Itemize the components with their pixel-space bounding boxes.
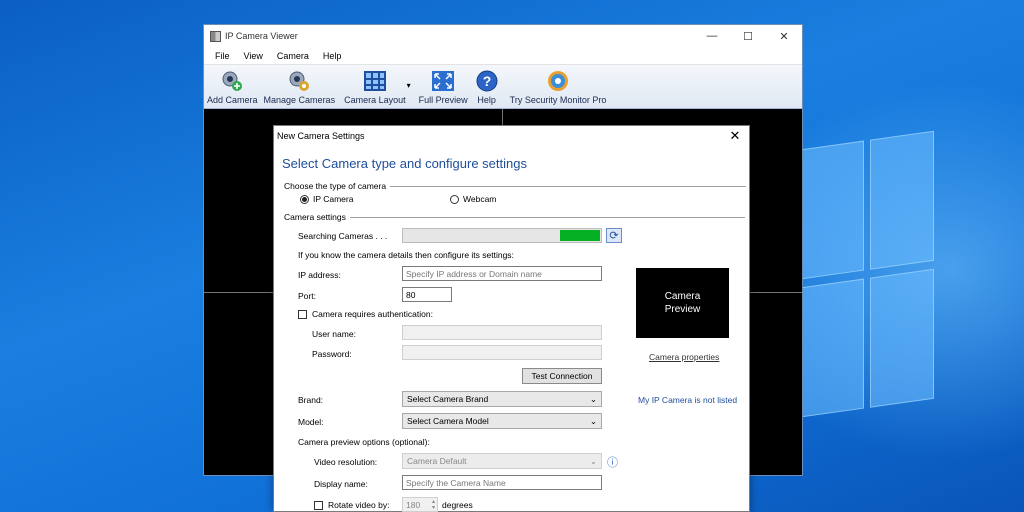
resolution-select[interactable]: Camera Default ⌄ <box>402 453 602 469</box>
dialog-title-bar: New Camera Settings ✕ <box>274 126 749 146</box>
manage-cameras-label: Manage Cameras <box>263 95 336 105</box>
brand-select-value: Select Camera Brand <box>407 394 489 404</box>
security-monitor-icon <box>546 70 570 92</box>
resolution-label: Video resolution: <box>314 457 378 467</box>
rotate-stepper[interactable]: 180 ▴ ▾ <box>402 497 438 512</box>
camera-preview-line2: Preview <box>664 304 701 315</box>
preview-options-label: Camera preview options (optional): <box>298 437 430 447</box>
svg-text:?: ? <box>482 73 491 89</box>
not-listed-link[interactable]: My IP Camera is not listed <box>638 395 737 405</box>
menu-view[interactable]: View <box>237 51 270 61</box>
search-progress-bar <box>402 228 602 243</box>
menu-help[interactable]: Help <box>316 51 349 61</box>
searching-label: Searching Cameras . . . <box>298 231 388 241</box>
app-icon <box>210 30 221 42</box>
add-camera-icon <box>220 70 244 92</box>
new-camera-dialog: New Camera Settings ✕ Select Camera type… <box>273 125 750 512</box>
maximize-button[interactable]: ☐ <box>730 25 766 47</box>
camera-type-label: Choose the type of camera <box>284 181 387 191</box>
camera-type-section: Choose the type of camera <box>284 181 747 191</box>
brand-label: Brand: <box>298 395 324 405</box>
full-preview-label: Full Preview <box>418 95 468 105</box>
radio-ip-camera-indicator[interactable] <box>300 195 309 205</box>
camera-layout-button[interactable]: Camera Layout <box>344 70 406 105</box>
minimize-button[interactable]: — <box>694 25 730 47</box>
dialog-close-button[interactable]: ✕ <box>721 128 749 144</box>
radio-webcam-label: Webcam <box>463 194 497 204</box>
camera-preview-line1: Camera <box>664 291 701 302</box>
auth-checkbox-box[interactable] <box>298 310 307 320</box>
layout-dropdown-icon[interactable]: ▾ <box>407 81 411 90</box>
try-pro-label: Try Security Monitor Pro <box>509 95 607 105</box>
windows-logo <box>800 130 936 421</box>
dialog-title: New Camera Settings <box>277 131 365 141</box>
model-select-value: Select Camera Model <box>407 416 489 426</box>
display-name-input[interactable]: Specify the Camera Name <box>402 475 602 490</box>
port-input[interactable]: 80 <box>402 287 452 302</box>
camera-layout-label: Camera Layout <box>344 95 406 105</box>
display-name-label: Display name: <box>314 479 368 489</box>
camera-preview: Camera Preview <box>636 268 729 338</box>
radio-ip-camera-label: IP Camera <box>313 194 354 204</box>
help-button[interactable]: ? Help <box>475 70 499 105</box>
password-input[interactable] <box>402 345 602 360</box>
auth-checkbox[interactable]: Camera requires authentication: <box>298 309 433 320</box>
radio-ip-camera[interactable]: IP Camera <box>300 194 354 205</box>
window-title: IP Camera Viewer <box>225 31 298 41</box>
ip-address-input[interactable]: Specify IP address or Domain name <box>402 266 602 281</box>
full-preview-button[interactable]: Full Preview <box>419 70 468 105</box>
model-label: Model: <box>298 417 324 427</box>
add-camera-label: Add Camera <box>207 95 258 105</box>
rotate-checkbox-label: Rotate video by: <box>328 500 390 510</box>
camera-layout-icon <box>363 70 387 92</box>
ip-address-label: IP address: <box>298 270 341 280</box>
refresh-icon[interactable]: ⟳ <box>606 228 622 243</box>
radio-webcam-indicator[interactable] <box>450 195 459 205</box>
password-label: Password: <box>312 349 352 359</box>
add-camera-button[interactable]: Add Camera <box>207 70 258 105</box>
info-icon[interactable]: ⓘ <box>607 454 618 470</box>
rotate-unit: degrees <box>442 500 473 510</box>
help-label: Help <box>477 95 496 105</box>
help-icon: ? <box>475 70 499 92</box>
chevron-down-icon: ⌄ <box>589 393 597 404</box>
resolution-select-value: Camera Default <box>407 456 467 466</box>
auth-checkbox-label: Camera requires authentication: <box>312 309 433 319</box>
stepper-arrows-icon[interactable]: ▴ ▾ <box>432 499 437 511</box>
username-label: User name: <box>312 329 356 339</box>
rotate-checkbox[interactable]: Rotate video by: <box>314 500 390 511</box>
close-button[interactable]: ✕ <box>766 25 802 47</box>
try-pro-button[interactable]: Try Security Monitor Pro <box>509 70 607 105</box>
search-progress-fill <box>560 230 600 241</box>
brand-select[interactable]: Select Camera Brand ⌄ <box>402 391 602 407</box>
camera-settings-section: Camera settings <box>284 212 745 222</box>
camera-settings-label: Camera settings <box>284 212 346 222</box>
chevron-down-icon: ⌄ <box>589 455 597 466</box>
model-select[interactable]: Select Camera Model ⌄ <box>402 413 602 429</box>
camera-properties-link[interactable]: Camera properties <box>649 352 719 362</box>
port-label: Port: <box>298 291 316 301</box>
toolbar: Add Camera Manage Cameras Camera Layout … <box>204 65 802 109</box>
rotate-checkbox-box[interactable] <box>314 501 323 511</box>
rotate-stepper-value: 180 <box>406 499 421 510</box>
username-input[interactable] <box>402 325 602 340</box>
menu-bar: File View Camera Help <box>204 47 802 65</box>
manage-cameras-icon <box>287 70 311 92</box>
chevron-down-icon: ⌄ <box>589 415 597 426</box>
test-connection-button[interactable]: Test Connection <box>522 368 602 384</box>
dialog-heading: Select Camera type and configure setting… <box>282 156 527 171</box>
full-preview-icon <box>431 70 455 92</box>
hint-text: If you know the camera details then conf… <box>298 250 514 260</box>
manage-cameras-button[interactable]: Manage Cameras <box>263 70 336 105</box>
menu-camera[interactable]: Camera <box>270 51 316 61</box>
menu-file[interactable]: File <box>208 51 237 61</box>
radio-webcam[interactable]: Webcam <box>450 194 497 205</box>
title-bar: IP Camera Viewer — ☐ ✕ <box>204 25 802 47</box>
